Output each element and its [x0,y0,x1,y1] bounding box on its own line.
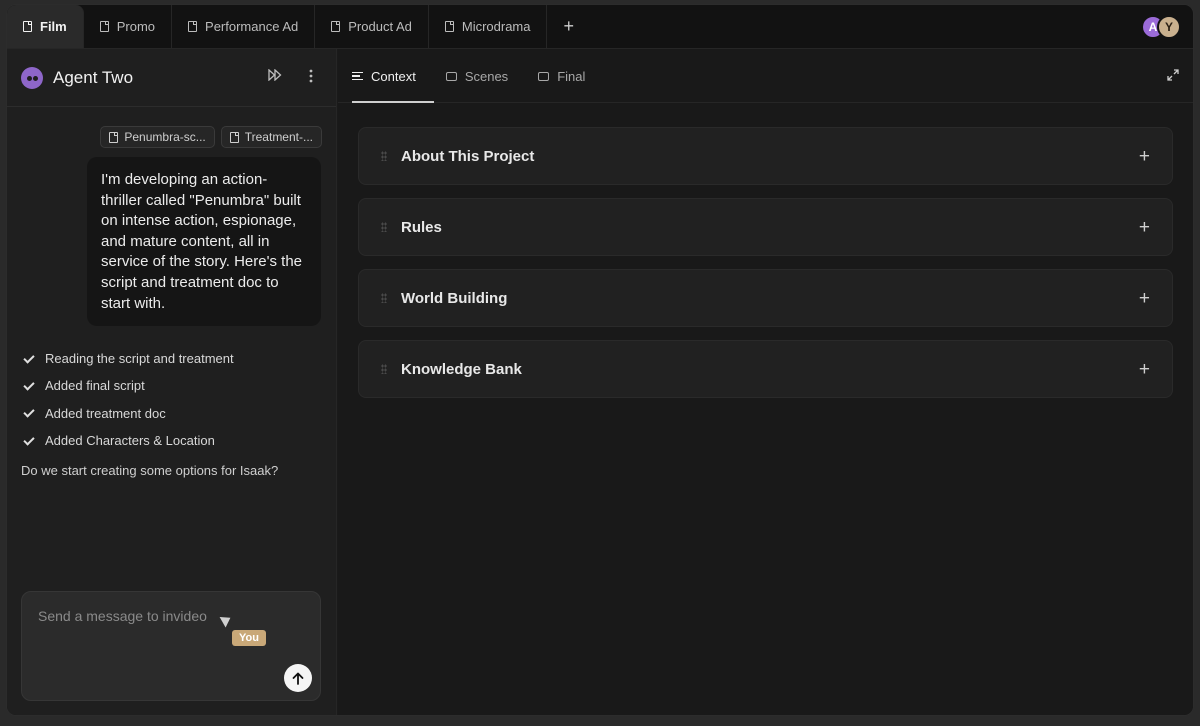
document-icon [23,21,32,32]
attachment-name: Treatment-... [244,130,313,144]
fast-forward-icon[interactable] [268,68,282,84]
section-title: Knowledge Bank [401,360,522,378]
section-title: About This Project [401,147,535,165]
section-title: World Building [401,289,508,307]
tab-promo[interactable]: Promo [84,5,173,48]
tab-performance-ad[interactable]: Performance Ad [172,5,316,48]
tab-label: Context [371,68,416,84]
attachment-chip[interactable]: Penumbra-sc... [100,126,215,148]
list-icon [352,72,363,80]
cursor-icon [219,612,234,628]
tab-label: Performance Ad [205,19,299,34]
tab-label: Film [40,19,67,34]
agent-panel: Agent Two Penumbra-sc... Treatment-... I… [7,49,337,715]
task-list: Reading the script and treatment Added f… [23,345,322,454]
section-knowledge-bank[interactable]: Knowledge Bank + [358,340,1173,398]
collaborator-avatars[interactable]: A Y [1141,15,1181,39]
agent-name: Agent Two [53,67,134,87]
plus-icon[interactable]: + [1139,218,1150,237]
add-tab-button[interactable]: + [547,5,590,48]
agent-logo-icon [21,66,43,89]
message-input[interactable] [38,608,228,624]
document-icon [229,131,239,143]
tab-product-ad[interactable]: Product Ad [315,5,429,48]
drag-handle-icon[interactable] [381,293,387,303]
task-label: Added Characters & Location [45,433,215,449]
list-item: Added final script [23,372,322,399]
check-icon [23,435,35,447]
task-label: Reading the script and treatment [45,351,234,367]
check-icon [23,407,35,419]
task-label: Added final script [45,378,145,394]
section-about-this-project[interactable]: About This Project + [358,127,1173,185]
arrow-up-icon [292,672,304,685]
project-tab-bar: Film Promo Performance Ad Product Ad Mic… [7,5,1193,49]
plus-icon[interactable]: + [1139,147,1150,166]
drag-handle-icon[interactable] [381,364,387,374]
context-tab-bar: Context Scenes Final [338,49,1193,103]
send-button[interactable] [284,664,312,692]
context-sections: About This Project + Rules + World Build… [358,127,1173,411]
attachment-list: Penumbra-sc... Treatment-... [100,126,322,148]
tab-label: Final [557,68,586,84]
section-title: Rules [401,218,442,236]
drag-handle-icon[interactable] [381,151,387,161]
user-message-bubble: I'm developing an action-thriller called… [87,157,321,327]
check-icon [23,353,35,365]
agent-header: Agent Two [7,49,336,107]
section-rules[interactable]: Rules + [358,198,1173,256]
plus-icon[interactable]: + [1139,360,1150,379]
plus-icon[interactable]: + [1139,289,1150,308]
context-panel: Context Scenes Final About This Project … [338,49,1193,715]
agent-message: Do we start creating some options for Is… [21,463,279,478]
document-icon [188,21,198,32]
section-world-building[interactable]: World Building + [358,269,1173,327]
tab-label: Product Ad [348,19,412,34]
message-composer: You [21,591,321,701]
list-item: Added Characters & Location [23,427,322,454]
more-vertical-icon[interactable] [309,69,313,86]
list-item: Reading the script and treatment [23,345,322,372]
check-icon [23,380,35,392]
plus-icon: + [563,16,574,36]
tab-context[interactable]: Context [352,49,434,103]
tab-microdrama[interactable]: Microdrama [429,5,548,48]
tab-film[interactable]: Film [7,5,84,48]
app-window: Film Promo Performance Ad Product Ad Mic… [6,4,1194,716]
drag-handle-icon[interactable] [381,222,387,232]
tab-label: Scenes [464,68,509,84]
attachment-name: Penumbra-sc... [124,130,206,144]
tab-label: Microdrama [461,19,531,34]
attachment-chip[interactable]: Treatment-... [220,126,322,148]
folder-icon [445,71,457,81]
list-item: Added treatment doc [23,400,322,427]
task-label: Added treatment doc [45,405,166,421]
folder-icon [538,71,550,81]
collaborator-cursor-tag: You [232,630,266,646]
document-icon [109,131,119,143]
tab-final[interactable]: Final [538,49,599,103]
avatar[interactable]: Y [1157,15,1181,39]
tab-label: Promo [116,19,156,34]
expand-icon[interactable] [1167,68,1179,81]
document-icon [99,21,109,32]
document-icon [331,21,341,32]
document-icon [444,21,454,32]
tab-scenes[interactable]: Scenes [445,49,522,103]
